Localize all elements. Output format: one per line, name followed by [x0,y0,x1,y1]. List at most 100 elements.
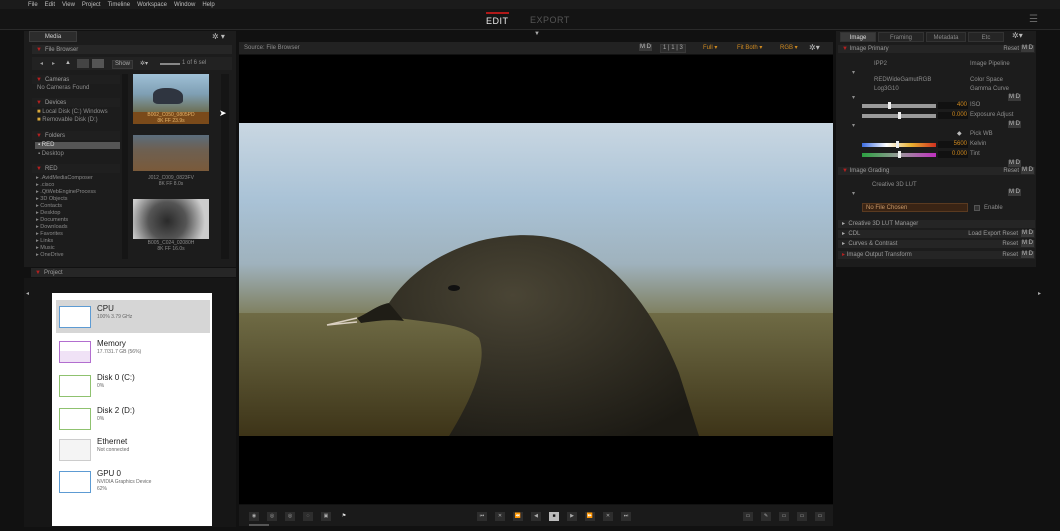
skip-start-icon[interactable]: ⏮ [477,512,487,521]
expand-icon[interactable]: ▾ [852,69,855,76]
output-transform-row[interactable]: ▸ Image Output Transform Reset M D [838,251,1035,259]
snapshot-icon[interactable]: ◎ [267,512,277,521]
viewer-settings-icon[interactable]: ✲▾ [809,43,820,52]
output-reset[interactable]: Reset [1002,251,1018,259]
menu-timeline[interactable]: Timeline [108,2,130,8]
menu-workspace[interactable]: Workspace [137,2,167,8]
menu-window[interactable]: Window [174,2,195,8]
monitor-icon[interactable]: ▭ [743,512,753,521]
export-frame-icon[interactable]: ▣ [321,512,331,521]
expand-icon[interactable]: ▾ [852,190,855,197]
gear-icon[interactable]: ✲ ▾ [212,32,225,41]
tab-export[interactable]: EXPORT [530,15,570,25]
tab-metadata[interactable]: Metadata [926,32,966,42]
stop-icon[interactable]: ■ [549,512,559,521]
tree-item[interactable]: ▸ .QtWebEngineProcess [36,189,96,196]
perf-cpu[interactable]: CPU 100% 3.79 GHz [56,300,210,333]
collapse-top-icon[interactable]: ▼ [534,31,540,37]
curves-md[interactable]: M D [1021,240,1034,247]
menu-edit[interactable]: Edit [45,2,55,8]
tree-item[interactable]: ▸ Music [36,245,96,252]
expand-icon[interactable]: ▾ [852,122,855,129]
cameras-header[interactable]: ▼ Cameras [32,75,120,84]
tree-item[interactable]: ▸ Contacts [36,203,96,210]
exposure-handle[interactable] [898,112,901,119]
full-dropdown[interactable]: Full ▾ [703,44,717,51]
primary-md[interactable]: M D [1021,45,1034,52]
camera-icon[interactable]: ◉ [249,512,259,521]
lut-file-field[interactable]: No File Chosen [862,203,968,212]
curves-row[interactable]: ▸ Curves & Contrast Reset M D [838,240,1035,248]
cdl-md[interactable]: M D [1021,230,1034,237]
step-forward-icon[interactable]: ⏩ [585,512,595,521]
folders-header[interactable]: ▼ Folders [32,131,120,140]
tree-item[interactable]: ▸ .cisco [36,182,96,189]
up-icon[interactable]: ▲ [65,60,71,66]
fit-dropdown[interactable]: Fit Both ▾ [737,44,762,51]
tree-item[interactable]: ▸ Favorites [36,231,96,238]
menu-project[interactable]: Project [82,2,101,8]
perf-ethernet[interactable]: Ethernet Not connected [56,433,210,466]
tree-item[interactable]: ▸ .AvidMediaComposer [36,175,96,182]
tint-value[interactable]: 0.000 [938,151,968,158]
tree-scrollbar[interactable] [122,74,128,259]
primary-header[interactable]: ▼ Image Primary Reset M D [838,45,1035,53]
grading-md[interactable]: M D [1021,167,1034,174]
iso-handle[interactable] [888,102,891,109]
play-icon[interactable]: ▶ [567,512,577,521]
grading-header[interactable]: ▼ Image Grading Reset M D [838,167,1035,175]
grading-reset[interactable]: Reset [1003,167,1019,175]
tab-image[interactable]: Image [840,32,876,42]
tab-etc[interactable]: Etc [968,32,1004,42]
gamma-md[interactable]: M D [1008,94,1021,101]
folder-desktop[interactable]: ▪ Desktop [38,151,64,157]
list-view-icon[interactable] [77,59,89,68]
exposure-value[interactable]: 0.000 [938,112,968,119]
brush-icon[interactable]: ✎ [761,512,771,521]
cdl-row[interactable]: ▸ CDL Load Export Reset M D [838,230,1035,238]
collapse-right-icon[interactable]: ▸ [1038,290,1041,297]
project-header[interactable]: ▼ Project [31,268,236,277]
colorspace-value[interactable]: REDWideGamutRGB [874,77,931,83]
kelvin-slider[interactable] [862,143,936,147]
clip-thumbnail-1[interactable] [133,74,209,114]
capture-icon[interactable]: ◎ [285,512,295,521]
tree-item[interactable]: ▸ Links [36,238,96,245]
device-local-disk[interactable]: ■ Local Disk (C:) Windows [37,109,108,115]
tint-md[interactable]: M D [1008,160,1021,167]
mark-in-icon[interactable]: ✕ [495,512,505,521]
tab-media[interactable]: Media [29,31,77,42]
tree-item[interactable]: ▸ 3D Objects [36,196,96,203]
play-reverse-icon[interactable]: ◀ [531,512,541,521]
kelvin-handle[interactable] [896,141,899,148]
settings-icon[interactable]: ✲▾ [140,60,148,67]
timeline-scrubber[interactable] [249,524,269,526]
md-toggle[interactable]: M D [639,44,652,51]
file-browser-header[interactable]: ▼ File Browser [32,45,232,54]
perf-gpu[interactable]: GPU 0 NVIDIA Graphics Device 62% [56,465,210,499]
menu-file[interactable]: File [28,2,38,8]
menu-view[interactable]: View [62,2,75,8]
gamma-value[interactable]: Log3G10 [874,86,899,92]
thumbs-scrollbar[interactable] [221,74,229,259]
tree-item[interactable]: ▸ OneDrive [36,252,96,259]
cdl-actions[interactable]: Load Export Reset [968,230,1018,238]
step-back-icon[interactable]: ⏪ [513,512,523,521]
layout-icon[interactable]: ▭ [797,512,807,521]
tree-item[interactable]: ▸ Desktop [36,210,96,217]
devices-header[interactable]: ▼ Devices [32,98,120,107]
tab-edit[interactable]: EDIT [486,12,509,26]
tab-framing[interactable]: Framing [878,32,924,42]
expand-icon[interactable]: ▾ [852,94,855,101]
ratio-buttons[interactable]: 1 | 1 | 3 [660,44,686,53]
skip-end-icon[interactable]: ⏭ [621,512,631,521]
tree-item[interactable]: ▸ Documents [36,217,96,224]
perf-disk2[interactable]: Disk 2 (D:) 0% [56,402,210,435]
tree-item[interactable]: ▸ Downloads [36,224,96,231]
folder-red[interactable]: ▪ RED [38,142,54,148]
fullscreen-icon[interactable]: ▭ [815,512,825,521]
kelvin-value[interactable]: 5600 [938,141,968,148]
forward-icon[interactable]: ▸ [52,60,55,67]
perf-disk0[interactable]: Disk 0 (C:) 0% [56,369,210,402]
audio-icon[interactable]: ◌ [303,512,313,521]
